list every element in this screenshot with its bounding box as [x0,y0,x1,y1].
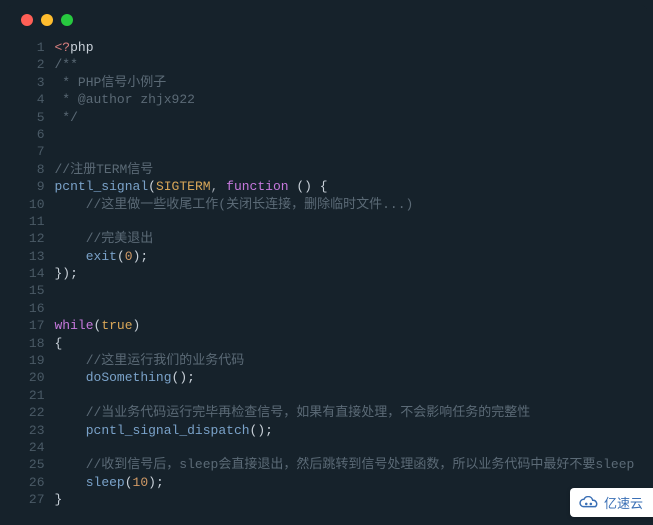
line-number: 5 [7,109,45,126]
code-line: //收到信号后，sleep会直接退出，然后跳转到信号处理函数，所以业务代码中最好… [55,456,647,473]
code-line: pcntl_signal(SIGTERM, function () { [55,178,647,195]
line-number: 16 [7,300,45,317]
line-number: 2 [7,56,45,73]
code-line [55,387,647,404]
code-line: pcntl_signal_dispatch(); [55,422,647,439]
watermark-text: 亿速云 [604,493,643,512]
code-line: //完美退出 [55,230,647,247]
code-line [55,213,647,230]
code-line: while(true) [55,317,647,334]
code-line: exit(0); [55,248,647,265]
line-number: 17 [7,317,45,334]
line-number: 19 [7,352,45,369]
code-line: { [55,335,647,352]
line-number: 1 [7,39,45,56]
line-number: 4 [7,91,45,108]
code-line: * @author zhjx922 [55,91,647,108]
code-line: //当业务代码运行完毕再检查信号，如果有直接处理，不会影响任务的完整性 [55,404,647,421]
line-number: 8 [7,161,45,178]
line-number: 25 [7,456,45,473]
code-window: 1234567891011121314151617181920212223242… [7,5,647,515]
line-number: 7 [7,143,45,160]
code-line [55,143,647,160]
line-number: 10 [7,196,45,213]
watermark-badge[interactable]: 亿速云 [570,488,653,517]
line-number: 6 [7,126,45,143]
line-number: 9 [7,178,45,195]
minimize-icon[interactable] [41,14,53,26]
code-line [55,282,647,299]
code-line: sleep(10); [55,474,647,491]
code-line [55,300,647,317]
line-number: 24 [7,439,45,456]
line-number: 14 [7,265,45,282]
editor-area: 1234567891011121314151617181920212223242… [7,35,647,509]
line-number: 23 [7,422,45,439]
line-number: 26 [7,474,45,491]
line-number: 13 [7,248,45,265]
code-line: doSomething(); [55,369,647,386]
line-number: 20 [7,369,45,386]
line-number: 15 [7,282,45,299]
code-line: //这里做一些收尾工作(关闭长连接，删除临时文件...) [55,196,647,213]
code-line [55,126,647,143]
code-content: <?php /** * PHP信号小例子 * @author zhjx922 *… [55,39,647,509]
close-icon[interactable] [21,14,33,26]
cloud-icon [578,496,600,510]
code-line: }); [55,265,647,282]
line-number: 12 [7,230,45,247]
code-line: //这里运行我们的业务代码 [55,352,647,369]
code-line: /** [55,56,647,73]
titlebar [7,5,647,35]
line-gutter: 1234567891011121314151617181920212223242… [7,39,55,509]
line-number: 18 [7,335,45,352]
code-line: <?php [55,39,647,56]
line-number: 11 [7,213,45,230]
line-number: 22 [7,404,45,421]
code-line: } [55,491,647,508]
line-number: 3 [7,74,45,91]
code-line: * PHP信号小例子 [55,74,647,91]
code-line [55,439,647,456]
line-number: 21 [7,387,45,404]
zoom-icon[interactable] [61,14,73,26]
line-number: 27 [7,491,45,508]
code-line: //注册TERM信号 [55,161,647,178]
code-line: */ [55,109,647,126]
